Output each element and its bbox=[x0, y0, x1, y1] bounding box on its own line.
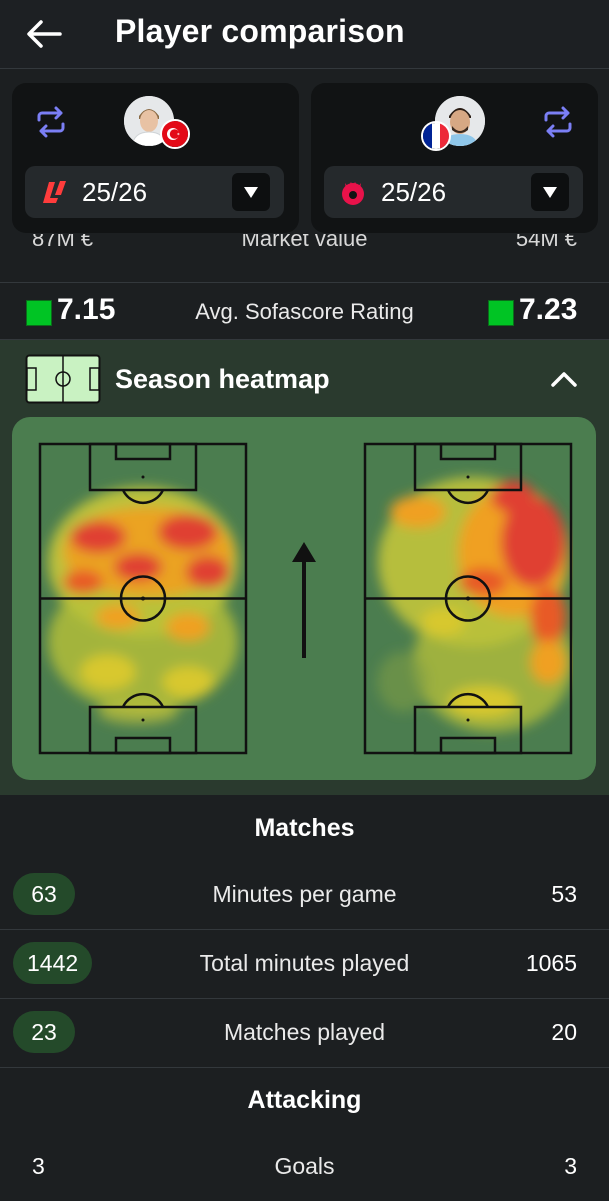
season-dropdown-button-left[interactable] bbox=[232, 173, 270, 211]
stat-value-right: 53 bbox=[551, 881, 577, 907]
swap-player-icon[interactable] bbox=[34, 105, 68, 139]
attacking-section-title: Attacking bbox=[247, 1086, 362, 1114]
stat-label: Goals bbox=[274, 1153, 335, 1179]
swap-player-icon[interactable] bbox=[541, 105, 575, 139]
heatmap-panel bbox=[12, 417, 596, 780]
heatmap-section: Season heatmap bbox=[0, 340, 609, 795]
chevron-up-icon[interactable] bbox=[548, 366, 580, 392]
caret-down-icon bbox=[244, 187, 258, 198]
stat-row-minutes-per-game: 63 Minutes per game 53 bbox=[0, 861, 609, 930]
market-value-right: 54M € bbox=[515, 234, 577, 251]
stat-row-matches-played: 23 Matches played 20 bbox=[0, 999, 609, 1068]
player-card-right: 25/26 bbox=[311, 83, 598, 233]
back-arrow-icon[interactable] bbox=[22, 14, 66, 54]
stat-value-right: 20 bbox=[551, 1019, 577, 1045]
rating-badge-right bbox=[488, 300, 514, 326]
season-label-left: 25/26 bbox=[82, 177, 148, 207]
season-dropdown-button-right[interactable] bbox=[531, 173, 569, 211]
player-card-left: 25/26 bbox=[12, 83, 299, 233]
turkey-flag-icon bbox=[160, 119, 190, 149]
stat-label: Matches played bbox=[223, 1019, 386, 1045]
market-value-row: 87M € Market value 54M € bbox=[0, 234, 609, 283]
stat-value-right: 3 bbox=[564, 1153, 577, 1179]
top-bar: Player comparison bbox=[0, 0, 609, 69]
rating-row: 7.15 Avg. Sofascore Rating 7.23 bbox=[0, 283, 609, 340]
pitch-icon bbox=[25, 354, 101, 404]
matches-section-title: Matches bbox=[254, 814, 355, 842]
laliga-logo-icon bbox=[43, 181, 66, 203]
heatmap-pitch-right bbox=[363, 442, 573, 755]
france-flag-icon bbox=[421, 121, 451, 151]
attack-direction-arrow-icon bbox=[292, 542, 316, 658]
heatmap-title: Season heatmap bbox=[115, 364, 330, 394]
season-select-left[interactable]: 25/26 bbox=[25, 166, 284, 218]
stat-label: Total minutes played bbox=[199, 950, 410, 976]
rating-label: Avg. Sofascore Rating bbox=[195, 299, 414, 324]
season-label-right: 25/26 bbox=[381, 177, 447, 207]
stat-label: Minutes per game bbox=[212, 881, 397, 907]
rating-value-right: 7.23 bbox=[519, 293, 578, 326]
stat-row-goals: 3 Goals 3 bbox=[0, 1133, 609, 1201]
stat-value-right: 1065 bbox=[525, 950, 577, 976]
caret-down-icon bbox=[543, 187, 557, 198]
season-select-right[interactable]: 25/26 bbox=[324, 166, 583, 218]
page-title: Player comparison bbox=[115, 13, 405, 49]
premier-league-logo-icon bbox=[342, 182, 364, 205]
stat-row-total-minutes: 1442 Total minutes played 1065 bbox=[0, 930, 609, 999]
heatmap-pitch-left bbox=[38, 442, 248, 755]
